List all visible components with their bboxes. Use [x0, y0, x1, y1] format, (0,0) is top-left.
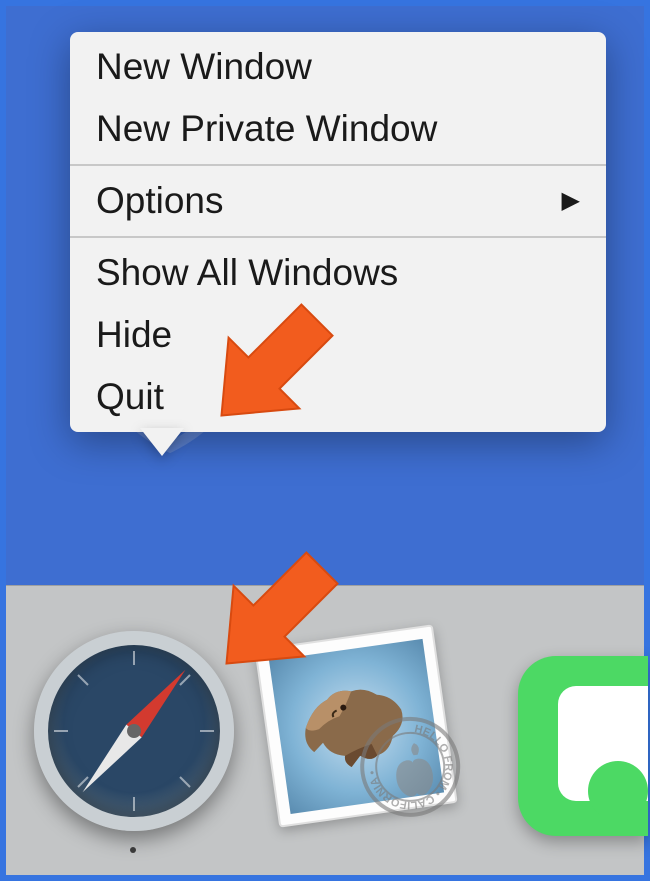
menu-item-label: Show All Windows — [96, 248, 398, 298]
menu-pointer-tail — [140, 428, 184, 456]
dock-app-mail[interactable]: HELLO FROM • CALIFORNIA • — [256, 626, 481, 851]
menu-item-label: New Private Window — [96, 104, 437, 154]
dock-app-facetime[interactable] — [518, 656, 648, 836]
menu-item-label: Hide — [96, 310, 172, 360]
menu-item-new-window[interactable]: New Window — [70, 36, 606, 98]
menu-item-hide[interactable]: Hide — [70, 304, 606, 366]
facetime-camera-icon — [558, 686, 648, 801]
safari-compass-icon — [34, 631, 234, 831]
menu-item-new-private-window[interactable]: New Private Window — [70, 98, 606, 160]
screenshot-frame: PC New Window New Private Window Options… — [0, 0, 650, 881]
dock-context-menu: New Window New Private Window Options ▶ … — [70, 32, 606, 432]
dock-running-indicator — [130, 847, 136, 853]
menu-item-label: Quit — [96, 372, 164, 422]
menu-item-label: New Window — [96, 42, 312, 92]
postmark-icon: HELLO FROM • CALIFORNIA • — [354, 710, 467, 823]
svg-text:HELLO FROM • CALIFORNIA •: HELLO FROM • CALIFORNIA • — [361, 719, 460, 817]
menu-divider — [70, 236, 606, 238]
menu-item-options[interactable]: Options ▶ — [70, 170, 606, 232]
submenu-arrow-icon: ▶ — [562, 185, 580, 217]
menu-item-quit[interactable]: Quit — [70, 366, 606, 428]
mail-stamp-icon: HELLO FROM • CALIFORNIA • — [254, 624, 457, 827]
menu-item-show-all-windows[interactable]: Show All Windows — [70, 242, 606, 304]
menu-divider — [70, 164, 606, 166]
menu-item-label: Options — [96, 176, 224, 226]
dock-app-safari[interactable] — [34, 631, 234, 831]
